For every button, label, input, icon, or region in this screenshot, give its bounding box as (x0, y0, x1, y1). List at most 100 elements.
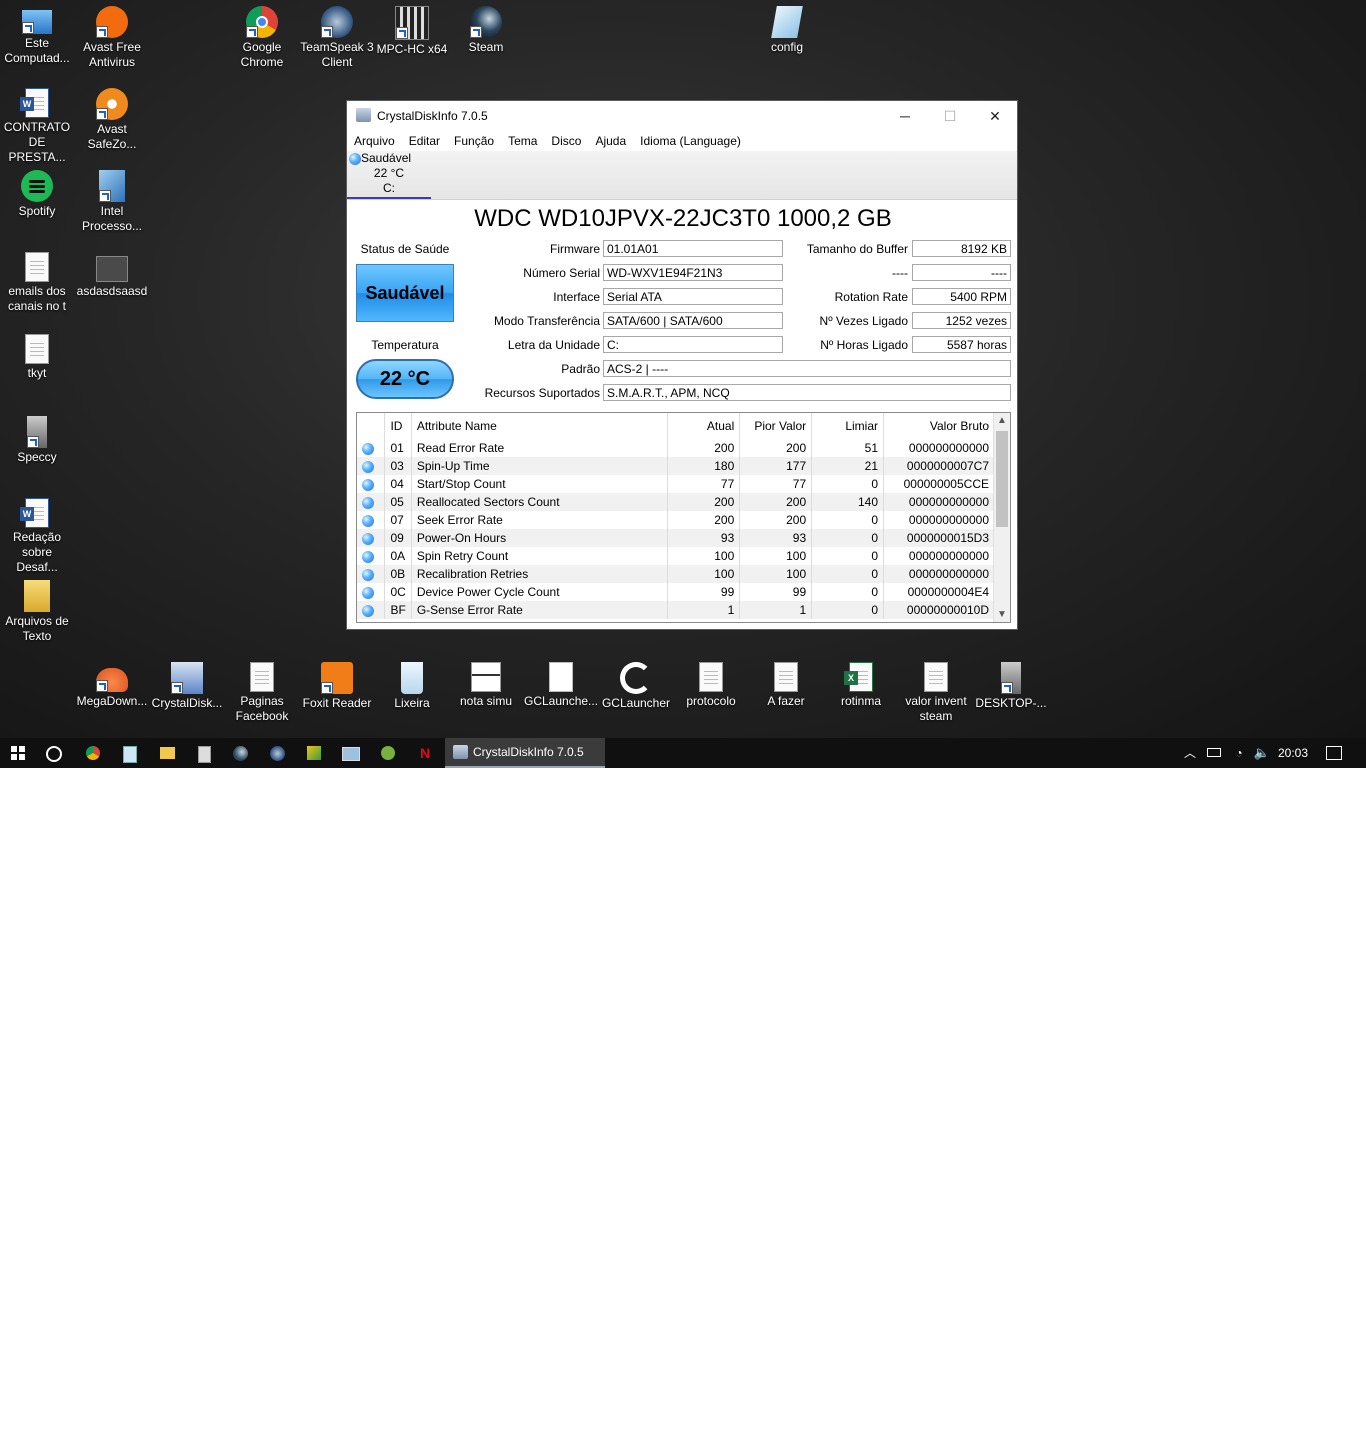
firmware-field: 01.01A01 (603, 240, 783, 257)
mpc-icon (395, 6, 429, 40)
desktop-icon-arquivos-de-texto[interactable]: Arquivos de Texto (0, 580, 74, 644)
desktop-icon-avast[interactable]: Avast Free Antivirus (75, 6, 149, 70)
desktop-icon-desktop-shortcut[interactable]: DESKTOP-... (974, 662, 1048, 711)
chrome-icon[interactable] (75, 738, 111, 768)
desktop-icon-contrato[interactable]: W CONTRATO DE PRESTA... (0, 88, 74, 165)
title-bar[interactable]: CrystalDiskInfo 7.0.5 ─ ☐ ✕ (347, 101, 1017, 131)
desktop-icon-protocolo[interactable]: protocolo (674, 662, 748, 709)
minimize-button[interactable]: ─ (882, 101, 928, 131)
drive-tab-c[interactable]: Saudável 22 °C C: (347, 151, 431, 199)
smart-attributes-list[interactable]: ID Attribute Name Atual Pior Valor Limia… (356, 412, 1011, 623)
buffer-size-label: Tamanho do Buffer (806, 242, 908, 256)
desktop-icon-nota-simu[interactable]: nota simu (449, 662, 523, 709)
menu-bar: Arquivo Editar Função Tema Disco Ajuda Idioma … (347, 131, 1017, 151)
rotation-rate-field: 5400 RPM (912, 288, 1011, 305)
desktop-icon-steam[interactable]: Steam (449, 6, 523, 55)
desktop-icon-megadownloader[interactable]: MegaDown... (75, 662, 149, 709)
desktop-icon-config[interactable]: config (750, 6, 824, 55)
smart-row[interactable]: 04 Start/Stop Count 77 77 0 000000005CCE (357, 475, 995, 493)
file-explorer-icon[interactable] (149, 738, 185, 768)
column-threshold[interactable]: Limiar (811, 413, 885, 439)
smart-cell-id: 0A (384, 547, 412, 565)
desktop-icon-lixeira[interactable]: Lixeira (375, 662, 449, 711)
health-status-icon (362, 460, 374, 473)
desktop-icon-gclauncher-file[interactable]: GCLaunche... (524, 662, 598, 709)
close-button[interactable]: ✕ (972, 101, 1018, 131)
drive-tab-status: Saudável (361, 151, 412, 165)
desktop-icon-teamspeak[interactable]: TeamSpeak 3 Client (300, 6, 374, 70)
notepad-icon[interactable] (112, 738, 148, 768)
netflix-icon[interactable]: N (407, 738, 443, 768)
calculator-icon[interactable] (186, 738, 222, 768)
smart-row[interactable]: 0A Spin Retry Count 100 100 0 000000000000 (357, 547, 995, 565)
desktop-icon-redacao[interactable]: W Redação sobre Desaf... (0, 498, 74, 575)
column-attribute-name[interactable]: Attribute Name (411, 413, 669, 439)
text-file-icon (699, 662, 723, 692)
menu-editar[interactable]: Editar (409, 131, 440, 151)
steam-icon[interactable] (222, 738, 258, 768)
scrollbar-thumb[interactable] (996, 431, 1008, 527)
excel-icon: X (844, 662, 873, 692)
word-doc-icon: W (20, 498, 49, 528)
crystaldisk-icon (171, 662, 203, 694)
desktop-icon-avast-safezone[interactable]: Avast SafeZo... (75, 88, 149, 152)
menu-funcao[interactable]: Função (454, 131, 494, 151)
smart-row[interactable]: 0B Recalibration Retries 100 100 0 0000000000… (357, 565, 995, 583)
photo-app-icon[interactable] (296, 738, 332, 768)
windows-start-icon[interactable] (0, 738, 36, 768)
menu-tema[interactable]: Tema (508, 131, 537, 151)
temperature-button[interactable]: 22 °C (356, 359, 454, 399)
desktop-icon-gclauncher[interactable]: GCLauncher (599, 662, 673, 711)
smart-row[interactable]: 03 Spin-Up Time 180 177 21 0000000007C7 (357, 457, 995, 475)
desktop-icon-chrome[interactable]: Google Chrome (225, 6, 299, 70)
desktop-icon-crystaldiskinfo[interactable]: CrystalDisk... (150, 662, 224, 711)
menu-ajuda[interactable]: Ajuda (595, 131, 626, 151)
smart-cell-name: Power-On Hours (411, 529, 669, 547)
desktop-icon-intel[interactable]: Intel Processo... (75, 170, 149, 234)
desktop-icon-paginas-facebook[interactable]: Paginas Facebook (225, 662, 299, 724)
smart-row[interactable]: 07 Seek Error Rate 200 200 0 000000000000 (357, 511, 995, 529)
desktop-icon-este-computador[interactable]: Este Computad... (0, 6, 74, 66)
scroll-down-icon[interactable]: ▼ (994, 609, 1010, 620)
column-raw-value[interactable]: Valor Bruto (883, 413, 995, 439)
smart-cell-name: Seek Error Rate (411, 511, 669, 529)
smart-cell-current: 1 (667, 601, 741, 619)
smart-row[interactable]: 01 Read Error Rate 200 200 51 000000000000 (357, 439, 995, 457)
teamspeak-icon[interactable] (259, 738, 295, 768)
scroll-up-icon[interactable]: ▲ (994, 415, 1010, 426)
desktop-icon-foxit-reader[interactable]: Foxit Reader (300, 662, 374, 711)
remote-desktop-icon[interactable] (333, 738, 369, 768)
desktop-icon-mpc-hc[interactable]: MPC-HC x64 (375, 6, 449, 57)
column-current[interactable]: Atual (667, 413, 741, 439)
smart-row[interactable]: 09 Power-On Hours 93 93 0 0000000015D3 (357, 529, 995, 547)
smart-row[interactable]: 05 Reallocated Sectors Count 200 200 140 0000… (357, 493, 995, 511)
smart-row[interactable]: BF G-Sense Error Rate 1 1 0 00000000010D (357, 601, 995, 619)
desktop-icon-rotinma[interactable]: X rotinma (824, 662, 898, 709)
health-status-button[interactable]: Saudável (356, 264, 454, 322)
cortana-icon[interactable] (36, 738, 72, 768)
menu-idioma[interactable]: Idioma (Language) (640, 131, 741, 151)
smart-row[interactable]: 0C Device Power Cycle Count 99 99 0 000000000… (357, 583, 995, 601)
maximize-button[interactable]: ☐ (927, 101, 973, 131)
taskbar-crystaldiskinfo[interactable]: CrystalDiskInfo 7.0.5 (445, 738, 605, 768)
desktop-icon-emails[interactable]: emails dos canais no t (0, 252, 74, 314)
menu-disco[interactable]: Disco (551, 131, 581, 151)
interface-field: Serial ATA (603, 288, 783, 305)
desktop-icon-tkyt[interactable]: tkyt (0, 334, 74, 381)
desktop-icon-spotify[interactable]: Spotify (0, 170, 74, 219)
desktop-icon-asdasdsaasd[interactable]: asdasdsaasd (75, 252, 149, 299)
utorrent-icon[interactable] (370, 738, 406, 768)
menu-arquivo[interactable]: Arquivo (354, 131, 395, 151)
smart-scrollbar[interactable]: ▲ ▼ (993, 413, 1010, 622)
clock[interactable]: 20:03 (1274, 738, 1312, 768)
desktop-icon-speccy[interactable]: Speccy (0, 416, 74, 465)
smart-cell-worst: 177 (739, 457, 813, 475)
health-status-icon (362, 514, 374, 527)
column-worst[interactable]: Pior Valor (739, 413, 813, 439)
desktop-icon-valor-invent-steam[interactable]: valor invent steam (899, 662, 973, 724)
word-doc-icon: W (20, 88, 49, 118)
column-id[interactable]: ID (384, 413, 412, 439)
desktop-icon-a-fazer[interactable]: A fazer (749, 662, 823, 709)
column-status[interactable] (357, 413, 386, 439)
action-center-icon[interactable] (1316, 738, 1352, 768)
